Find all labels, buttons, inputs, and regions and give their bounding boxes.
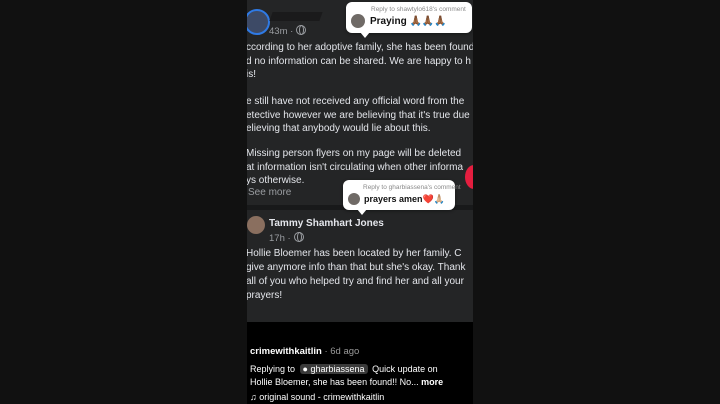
- see-more-link[interactable]: See more: [248, 187, 291, 198]
- tiktok-caption-area: crimewithkaitlin · 6d ago Replying to ● …: [247, 322, 473, 404]
- commenter-avatar: [348, 193, 360, 205]
- caption-replying-row: Replying to ● gharbiassena Quick update …: [250, 364, 438, 374]
- post2-timestamp: 17h ·: [269, 232, 304, 244]
- globe-icon: [293, 232, 304, 242]
- reply-to-label: Reply to shawtylo618's comment: [371, 6, 466, 13]
- post2-author[interactable]: Tammy Shamhart Jones: [269, 218, 384, 229]
- post1-avatar: [247, 9, 270, 35]
- comment-text: Praying 🙏🏾🙏🏾🙏🏾: [370, 16, 447, 27]
- left-letterbox: [0, 0, 247, 404]
- caption-age: · 6d ago: [324, 346, 360, 357]
- right-letterbox: [473, 0, 720, 404]
- commenter-avatar: [351, 14, 365, 28]
- caption-line2: Hollie Bloemer, she has been found!! No.…: [250, 377, 444, 387]
- comment-text: prayers amen❤️🙏🏼: [364, 194, 445, 204]
- globe-icon: [296, 25, 307, 35]
- post1-paragraph-1: ccording to her adoptive family, she has…: [247, 42, 473, 80]
- caption-username-row: crimewithkaitlin · 6d ago: [250, 346, 359, 357]
- post1-paragraph-2: e still have not received any official w…: [247, 96, 470, 134]
- reply-user-chip[interactable]: ● gharbiassena: [299, 364, 368, 374]
- sound-label: original sound - crimewithkaitlin: [259, 392, 385, 402]
- post1-timestamp: 43m ·: [269, 25, 307, 37]
- post2-avatar: [247, 216, 265, 234]
- video-frame: 43m · ccording to her adoptive family, s…: [247, 0, 473, 404]
- reply-to-label: Reply to gharbiassena's comment: [363, 184, 461, 191]
- reply-sticker-prayers-amen: Reply to gharbiassena's comment prayers …: [343, 180, 461, 215]
- comment-icon: ●: [302, 364, 308, 374]
- reply-sticker-praying: Reply to shawtylo618's comment Praying 🙏…: [346, 2, 472, 38]
- sound-row[interactable]: ♫ original sound - crimewithkaitlin: [250, 392, 384, 402]
- caption-more-link[interactable]: more: [421, 377, 443, 387]
- music-note-icon: ♫: [250, 392, 257, 402]
- post2-body: Hollie Bloemer has been located by her f…: [247, 248, 466, 301]
- tiktok-username[interactable]: crimewithkaitlin: [250, 346, 322, 357]
- redacted-name: [269, 12, 323, 21]
